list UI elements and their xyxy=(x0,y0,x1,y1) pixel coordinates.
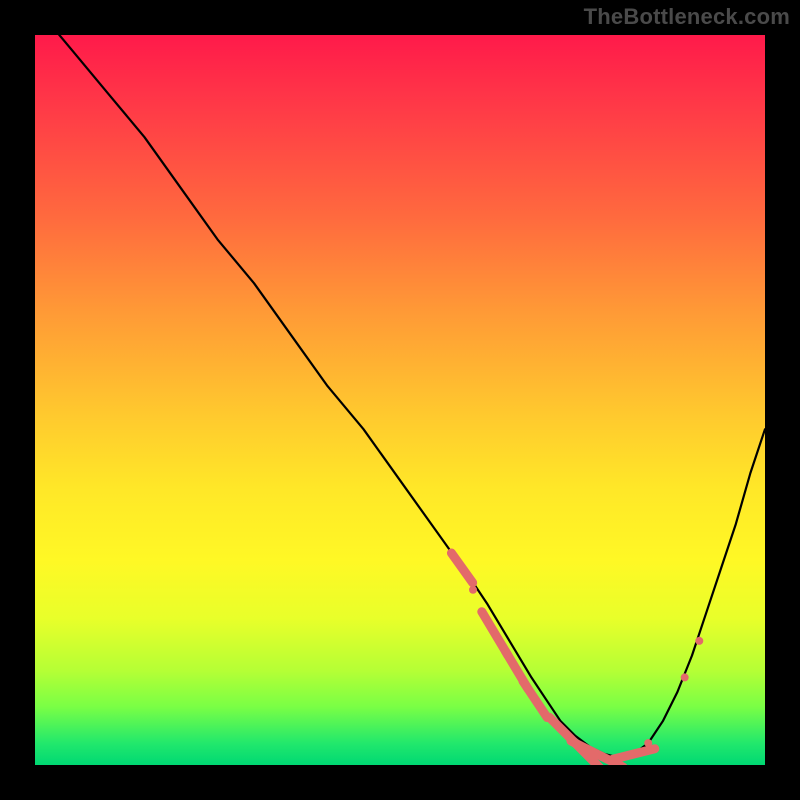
curve-marker-dot xyxy=(469,586,477,594)
watermark-text: TheBottleneck.com xyxy=(584,4,790,30)
curve-marker-dot xyxy=(681,673,689,681)
chart-frame: TheBottleneck.com xyxy=(0,0,800,800)
bottleneck-curve xyxy=(35,35,765,758)
curve-marker-dot xyxy=(695,637,703,645)
curve-marker-bar xyxy=(523,681,547,717)
marker-group xyxy=(451,553,703,765)
curve-layer xyxy=(35,35,765,765)
curve-marker-bar xyxy=(612,749,654,760)
plot-area xyxy=(35,35,765,765)
curve-marker-bar xyxy=(451,553,472,583)
curve-marker-dot xyxy=(644,739,652,747)
